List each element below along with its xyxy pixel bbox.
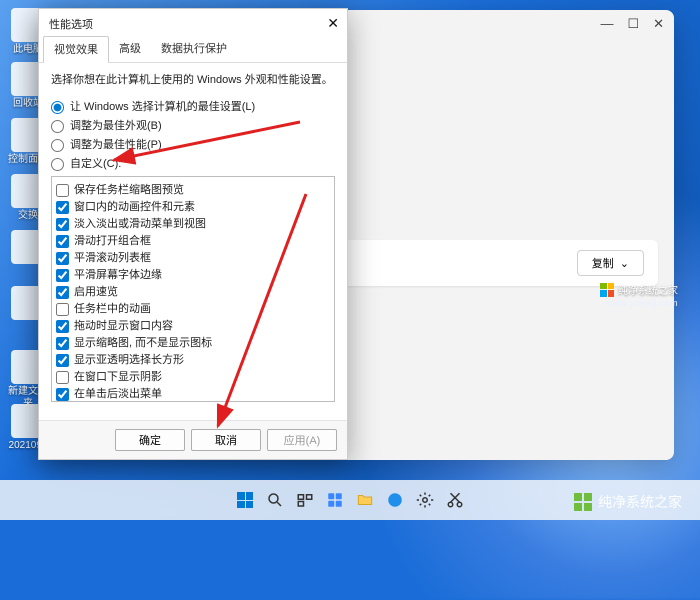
checkbox-option[interactable]: 启用速览	[56, 283, 330, 299]
start-button[interactable]	[232, 487, 258, 513]
ok-button[interactable]: 确定	[115, 429, 185, 451]
tab-visual-effects[interactable]: 视觉效果	[43, 36, 109, 63]
window-controls: — ☐ ✕	[600, 16, 664, 32]
edge-icon[interactable]	[382, 487, 408, 513]
windows-logo-icon	[600, 283, 614, 297]
checkbox-option[interactable]: 滑动打开组合框	[56, 232, 330, 248]
tab-advanced[interactable]: 高级	[109, 36, 151, 62]
chevron-down-icon: ⌄	[620, 257, 629, 270]
search-icon[interactable]	[262, 487, 288, 513]
radio-option[interactable]: 让 Windows 选择计算机的最佳设置(L)	[51, 98, 335, 114]
radio-option[interactable]: 自定义(C):	[51, 155, 335, 171]
apply-button[interactable]: 应用(A)	[267, 429, 337, 451]
tab-dep[interactable]: 数据执行保护	[151, 36, 237, 62]
checkbox-option[interactable]: 拖动时显示窗口内容	[56, 317, 330, 333]
checkbox-option[interactable]: 平滑屏幕字体边缘	[56, 266, 330, 282]
explorer-icon[interactable]	[352, 487, 378, 513]
checkbox-option[interactable]: 在单击后淡出菜单	[56, 385, 330, 401]
copy-button[interactable]: 复制⌄	[577, 250, 644, 276]
snip-icon[interactable]	[442, 487, 468, 513]
site-logo-icon	[574, 493, 592, 511]
watermark-url: www.ycwsjj.com	[606, 298, 678, 308]
checkbox-list: 保存任务栏缩略图预览窗口内的动画控件和元素淡入淡出或滑动菜单到视图滑动打开组合框…	[51, 176, 335, 402]
dialog-tabs: 视觉效果 高级 数据执行保护	[39, 36, 347, 63]
checkbox-option[interactable]: 淡入淡出或滑动菜单到视图	[56, 215, 330, 231]
watermark: 纯净系统之家	[600, 282, 678, 297]
checkbox-option[interactable]: 平滑滚动列表框	[56, 249, 330, 265]
close-icon[interactable]: ✕	[653, 16, 664, 32]
checkbox-option[interactable]: 保存任务栏缩略图预览	[56, 181, 330, 197]
checkbox-option[interactable]: 显示亚透明选择长方形	[56, 351, 330, 367]
close-icon[interactable]: ✕	[327, 15, 339, 32]
minimize-icon[interactable]: —	[600, 16, 613, 32]
checkbox-option[interactable]: 在窗口下显示阴影	[56, 368, 330, 384]
radio-option[interactable]: 调整为最佳外观(B)	[51, 117, 335, 133]
dialog-intro: 选择你想在此计算机上使用的 Windows 外观和性能设置。	[51, 71, 335, 87]
desktop: 此电脑 回收站 控制面板 交换 新建文件夹 2021091 — ☐ ✕ 系统 关…	[0, 0, 700, 520]
settings-icon[interactable]	[412, 487, 438, 513]
radio-option[interactable]: 调整为最佳性能(P)	[51, 136, 335, 152]
cancel-button[interactable]: 取消	[191, 429, 261, 451]
checkbox-option[interactable]: 显示缩略图, 而不是显示图标	[56, 334, 330, 350]
checkbox-option[interactable]: 任务栏中的动画	[56, 300, 330, 316]
performance-options-dialog: 性能选项 ✕ 视觉效果 高级 数据执行保护 选择你想在此计算机上使用的 Wind…	[38, 8, 348, 460]
maximize-icon[interactable]: ☐	[627, 16, 639, 32]
dialog-title: 性能选项	[49, 16, 93, 32]
task-view-icon[interactable]	[292, 487, 318, 513]
widgets-icon[interactable]	[322, 487, 348, 513]
site-watermark: 纯净系统之家	[574, 492, 682, 512]
checkbox-option[interactable]: 窗口内的动画控件和元素	[56, 198, 330, 214]
radio-group: 让 Windows 选择计算机的最佳设置(L) 调整为最佳外观(B) 调整为最佳性能…	[51, 95, 335, 174]
